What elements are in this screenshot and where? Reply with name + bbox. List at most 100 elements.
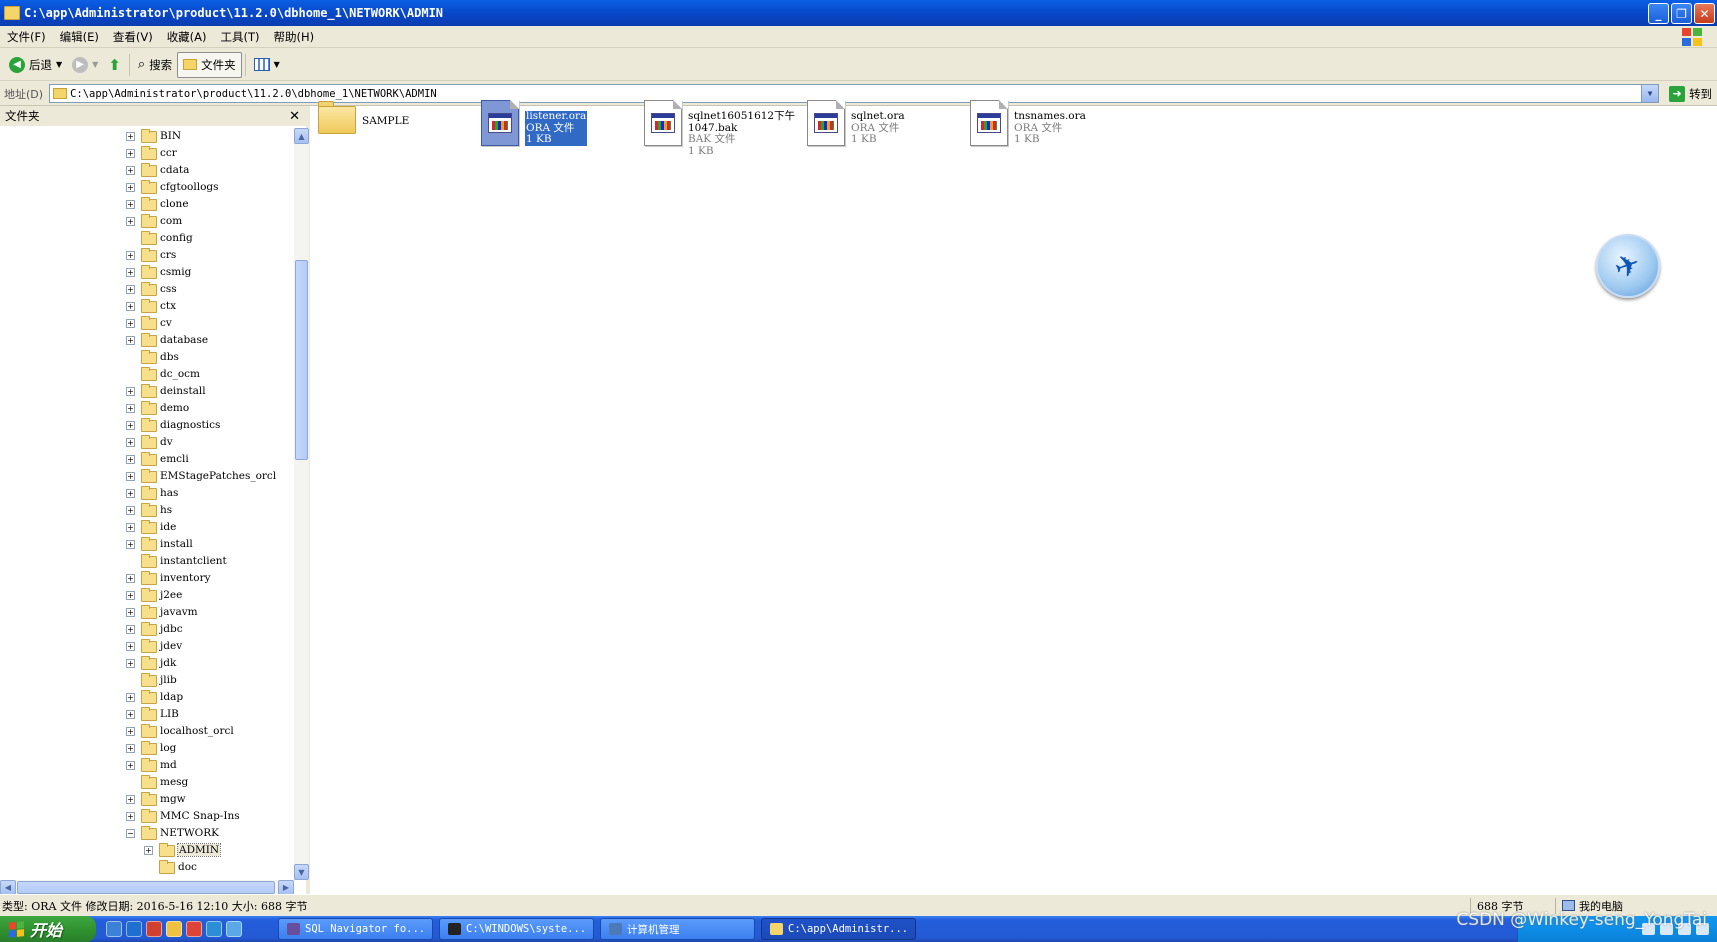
expand-icon[interactable]: + [126,506,135,515]
expand-icon[interactable]: + [126,574,135,583]
tree-item[interactable]: − NETWORK [0,825,294,842]
tree-vertical-scrollbar[interactable]: ▲ ▼ [294,128,309,880]
tree-item[interactable]: + install [0,536,294,553]
forward-button[interactable]: ▶ ▼ [67,52,103,78]
file-item[interactable]: listener.ora ORA 文件 1 KB [481,100,589,147]
tree-item[interactable]: + database [0,332,294,349]
desktop-icon[interactable] [106,921,122,937]
tree-item[interactable]: + ctx [0,298,294,315]
expand-icon[interactable]: + [126,472,135,481]
scroll-thumb[interactable] [295,260,308,460]
tree-item[interactable]: + BIN [0,128,294,145]
start-button[interactable]: 开始 [0,916,96,942]
tree-item[interactable]: + emcli [0,451,294,468]
expand-icon[interactable]: + [126,659,135,668]
expand-icon[interactable]: + [126,319,135,328]
scroll-down-button[interactable]: ▼ [294,864,309,880]
file-item[interactable]: sqlnet.ora ORA 文件 1 KB [807,100,905,146]
tree-item[interactable]: + cfgtoollogs [0,179,294,196]
tree-item[interactable]: config [0,230,294,247]
chrome-icon[interactable] [186,921,202,937]
expand-icon[interactable]: + [126,795,135,804]
app-icon[interactable] [226,921,242,937]
tree-item[interactable]: + mgw [0,791,294,808]
expand-icon[interactable]: + [126,387,135,396]
close-pane-button[interactable]: ✕ [289,109,300,124]
tree-horizontal-scrollbar[interactable]: ◀ ▶ [0,880,294,895]
tree-item[interactable]: + MMC Snap-Ins [0,808,294,825]
tree-item[interactable]: + log [0,740,294,757]
tree-item[interactable]: + inventory [0,570,294,587]
tree-item[interactable]: + j2ee [0,587,294,604]
menu-favorites[interactable]: 收藏(A) [160,29,214,45]
tree-item[interactable]: dbs [0,349,294,366]
tree-item[interactable]: + dv [0,434,294,451]
address-dropdown-button[interactable]: ▼ [1641,85,1659,102]
taskbar-button[interactable]: C:\app\Administr... [761,918,916,940]
expand-icon[interactable]: + [126,149,135,158]
menu-tools[interactable]: 工具(T) [214,29,267,45]
file-item[interactable]: tnsnames.ora ORA 文件 1 KB [970,100,1086,146]
tree-item[interactable]: + has [0,485,294,502]
expand-icon[interactable]: + [126,438,135,447]
menu-view[interactable]: 查看(V) [106,29,160,45]
expand-icon[interactable]: + [126,251,135,260]
collapse-icon[interactable]: − [126,829,135,838]
go-button[interactable]: ➜ 转到 [1669,85,1712,102]
tree-item[interactable]: + deinstall [0,383,294,400]
app-icon[interactable] [206,921,222,937]
search-button[interactable]: ⌕ 搜索 [133,52,177,78]
tree-item[interactable]: + ldap [0,689,294,706]
expand-icon[interactable]: + [126,625,135,634]
expand-icon[interactable]: + [126,302,135,311]
ie-icon[interactable] [126,921,142,937]
expand-icon[interactable]: + [126,540,135,549]
tree-item[interactable]: mesg [0,774,294,791]
folder-item[interactable]: SAMPLE [318,100,409,136]
tree-item[interactable]: + ccr [0,145,294,162]
tree-item[interactable]: jlib [0,672,294,689]
scroll-right-button[interactable]: ▶ [278,880,294,895]
expand-icon[interactable]: + [126,166,135,175]
tree-item[interactable]: + csmig [0,264,294,281]
tree-item[interactable]: + md [0,757,294,774]
expand-icon[interactable]: + [126,744,135,753]
tree-item[interactable]: + EMStagePatches_orcl [0,468,294,485]
tree-item[interactable]: + jdev [0,638,294,655]
menu-help[interactable]: 帮助(H) [267,29,322,45]
views-button[interactable]: ▼ [249,52,285,78]
tree-item[interactable]: + com [0,213,294,230]
maximize-button[interactable]: ❐ [1671,3,1692,24]
expand-icon[interactable]: + [126,200,135,209]
menu-file[interactable]: 文件(F) [0,29,53,45]
expand-icon[interactable]: + [126,217,135,226]
tree-item[interactable]: doc [0,859,294,876]
menu-edit[interactable]: 编辑(E) [53,29,106,45]
expand-icon[interactable]: + [126,727,135,736]
tree-item[interactable]: + css [0,281,294,298]
tree-item[interactable]: + jdbc [0,621,294,638]
back-button[interactable]: ◀ 后退 ▼ [4,52,67,78]
tree-item[interactable]: + hs [0,502,294,519]
expand-icon[interactable]: + [126,489,135,498]
tree-item[interactable]: + LIB [0,706,294,723]
tree-item[interactable]: dc_ocm [0,366,294,383]
expand-icon[interactable]: + [126,404,135,413]
scroll-left-button[interactable]: ◀ [0,880,16,895]
folders-button[interactable]: 文件夹 [177,51,242,78]
mail-icon[interactable] [166,921,182,937]
taskbar-button[interactable]: 计算机管理 [600,918,755,940]
tree-item[interactable]: + jdk [0,655,294,672]
tree-item[interactable]: + diagnostics [0,417,294,434]
close-button[interactable]: ✕ [1694,3,1715,24]
tree-item[interactable]: + ide [0,519,294,536]
desktop-bird-icon[interactable]: ✈ [1596,234,1660,298]
taskbar-button[interactable]: C:\WINDOWS\syste... [439,918,594,940]
tree-item[interactable]: + crs [0,247,294,264]
tree-item[interactable]: + localhost_orcl [0,723,294,740]
taskbar-button[interactable]: SQL Navigator fo... [278,918,433,940]
expand-icon[interactable]: + [126,336,135,345]
tree-item[interactable]: + cv [0,315,294,332]
tree-item[interactable]: + javavm [0,604,294,621]
tree-item[interactable]: + ADMIN [0,842,294,859]
